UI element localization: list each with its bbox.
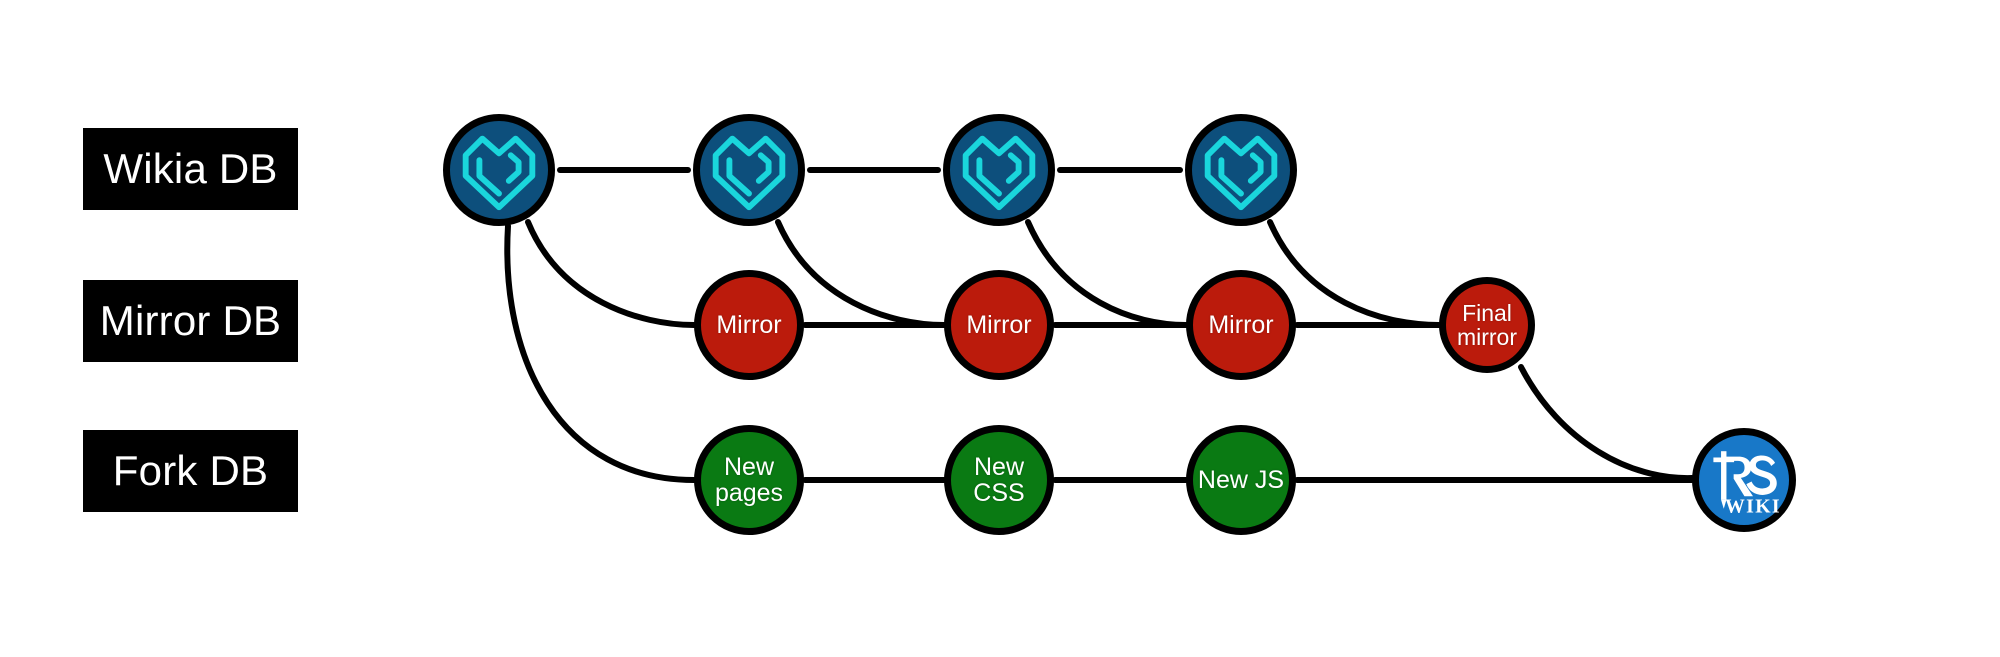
legend-label-fork-db-text: Fork DB	[112, 447, 269, 494]
node-new-css[interactable]: New CSS	[944, 425, 1054, 535]
node-new-css-label: New CSS	[973, 452, 1025, 507]
legend-label-wikia-db-text: Wikia DB	[103, 145, 278, 192]
node-wikia-3[interactable]	[943, 114, 1055, 226]
edge-final-mirror-rs-wiki	[1518, 364, 1695, 482]
node-mirror-1[interactable]: Mirror	[694, 270, 804, 380]
svg-text:WIKI: WIKI	[1725, 495, 1781, 517]
node-wikia-4[interactable]	[1185, 114, 1297, 226]
node-wikia-2[interactable]	[693, 114, 805, 226]
node-mirror-3[interactable]: Mirror	[1186, 270, 1296, 380]
legend-label-mirror-db: Mirror DB	[83, 280, 298, 362]
edge-wikia1-mirror1	[525, 219, 697, 328]
edge-wikia2-mirror2	[775, 219, 947, 328]
node-final-mirror-label: Final mirror	[1456, 299, 1518, 350]
node-final-mirror[interactable]: Final mirror	[1439, 277, 1535, 373]
edge-wikia1-new-pages	[504, 223, 697, 483]
rs-wiki-logo-icon: WIKI	[1699, 435, 1789, 525]
diagram-canvas: Wikia DB Mirror DB Fork DB Mirror Mirror…	[0, 0, 2000, 657]
legend-label-mirror-db-text: Mirror DB	[99, 297, 282, 344]
node-mirror-1-label: Mirror	[716, 310, 782, 339]
node-new-pages[interactable]: New pages	[694, 425, 804, 535]
fandom-heart-logo-icon	[1192, 121, 1290, 219]
node-mirror-2[interactable]: Mirror	[944, 270, 1054, 380]
node-new-pages-label: New pages	[714, 452, 784, 507]
node-mirror-3-label: Mirror	[1208, 310, 1274, 339]
edge-wikia4-final-mirror	[1267, 219, 1442, 328]
fandom-heart-logo-icon	[450, 121, 548, 219]
fandom-heart-logo-icon	[950, 121, 1048, 219]
node-mirror-2-label: Mirror	[966, 310, 1032, 339]
node-wikia-1[interactable]	[443, 114, 555, 226]
node-new-js[interactable]: New JS	[1186, 425, 1296, 535]
legend-label-wikia-db: Wikia DB	[83, 128, 298, 210]
legend-label-fork-db: Fork DB	[83, 430, 298, 512]
node-rs-wiki[interactable]: WIKI	[1692, 428, 1796, 532]
fandom-heart-logo-icon	[700, 121, 798, 219]
node-new-js-label: New JS	[1197, 465, 1285, 494]
